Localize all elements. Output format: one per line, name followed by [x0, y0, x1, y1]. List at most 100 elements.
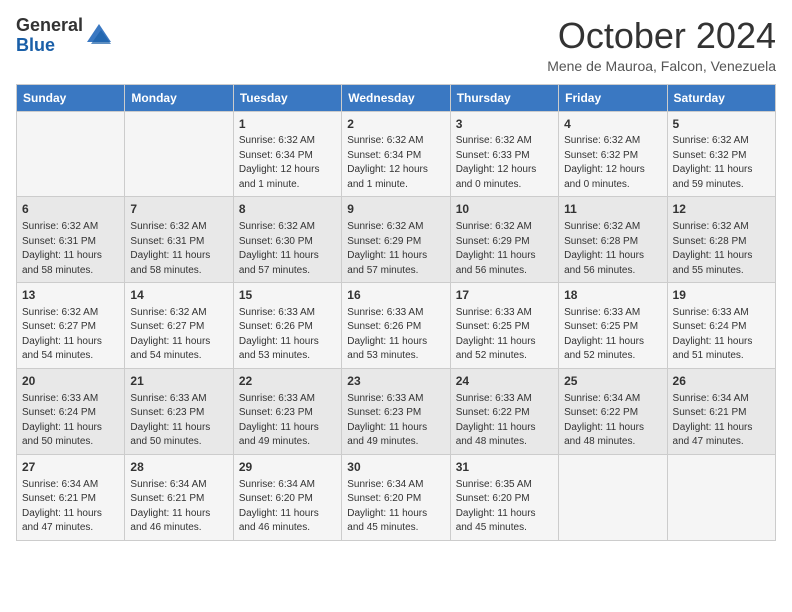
- month-title: October 2024: [547, 16, 776, 56]
- day-number: 24: [456, 373, 553, 390]
- day-info: Sunrise: 6:33 AMSunset: 6:25 PMDaylight:…: [456, 306, 553, 364]
- day-info: Sunrise: 6:32 AMSunset: 6:29 PMDaylight:…: [347, 220, 444, 278]
- calendar-cell: 21Sunrise: 6:33 AMSunset: 6:23 PMDayligh…: [125, 368, 233, 454]
- calendar-cell: [667, 454, 775, 540]
- day-number: 13: [22, 287, 119, 304]
- day-info: Sunrise: 6:32 AMSunset: 6:28 PMDaylight:…: [564, 220, 661, 278]
- day-number: 27: [22, 459, 119, 476]
- day-info: Sunrise: 6:34 AMSunset: 6:21 PMDaylight:…: [673, 392, 770, 450]
- day-info: Sunrise: 6:32 AMSunset: 6:33 PMDaylight:…: [456, 134, 553, 192]
- calendar-cell: 24 Sunrise: 6:33 AMSunset: 6:22 PMDayligh…: [450, 368, 558, 454]
- day-info: Sunrise: 6:33 AMSunset: 6:26 PMDaylight:…: [347, 306, 444, 364]
- day-info: Sunrise: 6:32 AMSunset: 6:29 PMDaylight:…: [456, 220, 553, 278]
- day-number: 28: [130, 459, 227, 476]
- calendar-cell: 25 Sunrise: 6:34 AMSunset: 6:22 PMDayligh…: [559, 368, 667, 454]
- day-info: Sunrise: 6:34 AMSunset: 6:21 PMDaylight:…: [130, 478, 227, 536]
- weekday-header-friday: Friday: [559, 84, 667, 111]
- day-info: Sunrise: 6:32 AMSunset: 6:31 PMDaylight:…: [22, 220, 119, 278]
- day-info: Sunrise: 6:32 AMSunset: 6:27 PMDaylight:…: [22, 306, 119, 364]
- calendar-week-row: 27 Sunrise: 6:34 AMSunset: 6:21 PMDayligh…: [17, 454, 776, 540]
- calendar-cell: [125, 111, 233, 197]
- day-info: Sunrise: 6:33 AMSunset: 6:26 PMDaylight:…: [239, 306, 336, 364]
- day-info: Sunrise: 6:32 AMSunset: 6:34 PMDaylight:…: [347, 134, 444, 192]
- day-info: Sunrise: 6:33 AMSunset: 6:24 PMDaylight:…: [22, 392, 119, 450]
- day-number: 29: [239, 459, 336, 476]
- day-number: 20: [22, 373, 119, 390]
- calendar-cell: 18 Sunrise: 6:33 AMSunset: 6:25 PMDayligh…: [559, 283, 667, 369]
- day-number: 26: [673, 373, 770, 390]
- calendar-cell: 8 Sunrise: 6:32 AMSunset: 6:30 PMDaylight…: [233, 197, 341, 283]
- calendar-week-row: 13 Sunrise: 6:32 AMSunset: 6:27 PMDayligh…: [17, 283, 776, 369]
- calendar-cell: 20 Sunrise: 6:33 AMSunset: 6:24 PMDayligh…: [17, 368, 125, 454]
- calendar-cell: 1Sunrise: 6:32 AMSunset: 6:34 PMDaylight…: [233, 111, 341, 197]
- calendar-cell: 3Sunrise: 6:32 AMSunset: 6:33 PMDaylight…: [450, 111, 558, 197]
- day-info: Sunrise: 6:32 AMSunset: 6:32 PMDaylight:…: [673, 134, 770, 192]
- day-number: 30: [347, 459, 444, 476]
- logo-icon: [85, 22, 113, 50]
- day-number: 6: [22, 201, 119, 218]
- day-number: 25: [564, 373, 661, 390]
- day-number: 4: [564, 116, 661, 133]
- calendar-cell: 22Sunrise: 6:33 AMSunset: 6:23 PMDayligh…: [233, 368, 341, 454]
- calendar-cell: 17 Sunrise: 6:33 AMSunset: 6:25 PMDayligh…: [450, 283, 558, 369]
- day-info: Sunrise: 6:32 AMSunset: 6:31 PMDaylight:…: [130, 220, 227, 278]
- day-info: Sunrise: 6:32 AMSunset: 6:34 PMDaylight:…: [239, 134, 336, 192]
- day-info: Sunrise: 6:35 AMSunset: 6:20 PMDaylight:…: [456, 478, 553, 536]
- logo-general: General Blue: [16, 16, 83, 56]
- day-number: 17: [456, 287, 553, 304]
- day-info: Sunrise: 6:32 AMSunset: 6:30 PMDaylight:…: [239, 220, 336, 278]
- calendar-cell: 30 Sunrise: 6:34 AMSunset: 6:20 PMDayligh…: [342, 454, 450, 540]
- day-info: Sunrise: 6:33 AMSunset: 6:25 PMDaylight:…: [564, 306, 661, 364]
- calendar-cell: 11 Sunrise: 6:32 AMSunset: 6:28 PMDayligh…: [559, 197, 667, 283]
- day-info: Sunrise: 6:34 AMSunset: 6:20 PMDaylight:…: [347, 478, 444, 536]
- calendar-cell: 12Sunrise: 6:32 AMSunset: 6:28 PMDayligh…: [667, 197, 775, 283]
- calendar-cell: 27Sunrise: 6:34 AMSunset: 6:21 PMDayligh…: [17, 454, 125, 540]
- day-number: 19: [673, 287, 770, 304]
- calendar-cell: 2Sunrise: 6:32 AMSunset: 6:34 PMDaylight…: [342, 111, 450, 197]
- day-info: Sunrise: 6:34 AMSunset: 6:20 PMDaylight:…: [239, 478, 336, 536]
- location-subtitle: Mene de Mauroa, Falcon, Venezuela: [547, 58, 776, 74]
- calendar-week-row: 20 Sunrise: 6:33 AMSunset: 6:24 PMDayligh…: [17, 368, 776, 454]
- calendar-cell: 13 Sunrise: 6:32 AMSunset: 6:27 PMDayligh…: [17, 283, 125, 369]
- day-info: Sunrise: 6:32 AMSunset: 6:27 PMDaylight:…: [130, 306, 227, 364]
- weekday-header-thursday: Thursday: [450, 84, 558, 111]
- calendar-week-row: 6 Sunrise: 6:32 AMSunset: 6:31 PMDaylight…: [17, 197, 776, 283]
- calendar-cell: [17, 111, 125, 197]
- day-number: 23: [347, 373, 444, 390]
- day-number: 14: [130, 287, 227, 304]
- day-number: 3: [456, 116, 553, 133]
- calendar-cell: 29 Sunrise: 6:34 AMSunset: 6:20 PMDayligh…: [233, 454, 341, 540]
- day-info: Sunrise: 6:32 AMSunset: 6:28 PMDaylight:…: [673, 220, 770, 278]
- day-info: Sunrise: 6:33 AMSunset: 6:23 PMDaylight:…: [347, 392, 444, 450]
- day-info: Sunrise: 6:33 AMSunset: 6:23 PMDaylight:…: [130, 392, 227, 450]
- day-number: 9: [347, 201, 444, 218]
- calendar-cell: 28 Sunrise: 6:34 AMSunset: 6:21 PMDayligh…: [125, 454, 233, 540]
- calendar-cell: 16 Sunrise: 6:33 AMSunset: 6:26 PMDayligh…: [342, 283, 450, 369]
- weekday-header-tuesday: Tuesday: [233, 84, 341, 111]
- calendar-cell: 15Sunrise: 6:33 AMSunset: 6:26 PMDayligh…: [233, 283, 341, 369]
- day-number: 10: [456, 201, 553, 218]
- calendar-cell: 7Sunrise: 6:32 AMSunset: 6:31 PMDaylight…: [125, 197, 233, 283]
- calendar-cell: 6 Sunrise: 6:32 AMSunset: 6:31 PMDaylight…: [17, 197, 125, 283]
- calendar-table: SundayMondayTuesdayWednesdayThursdayFrid…: [16, 84, 776, 541]
- day-number: 18: [564, 287, 661, 304]
- calendar-cell: [559, 454, 667, 540]
- day-info: Sunrise: 6:32 AMSunset: 6:32 PMDaylight:…: [564, 134, 661, 192]
- day-info: Sunrise: 6:33 AMSunset: 6:23 PMDaylight:…: [239, 392, 336, 450]
- weekday-header-sunday: Sunday: [17, 84, 125, 111]
- calendar-cell: 10 Sunrise: 6:32 AMSunset: 6:29 PMDayligh…: [450, 197, 558, 283]
- day-number: 8: [239, 201, 336, 218]
- title-block: October 2024 Mene de Mauroa, Falcon, Ven…: [547, 16, 776, 74]
- logo: General Blue: [16, 16, 113, 56]
- calendar-cell: 31 Sunrise: 6:35 AMSunset: 6:20 PMDayligh…: [450, 454, 558, 540]
- day-number: 16: [347, 287, 444, 304]
- calendar-cell: 23 Sunrise: 6:33 AMSunset: 6:23 PMDayligh…: [342, 368, 450, 454]
- day-info: Sunrise: 6:34 AMSunset: 6:22 PMDaylight:…: [564, 392, 661, 450]
- day-number: 31: [456, 459, 553, 476]
- calendar-cell: 4Sunrise: 6:32 AMSunset: 6:32 PMDaylight…: [559, 111, 667, 197]
- day-number: 11: [564, 201, 661, 218]
- calendar-cell: 9 Sunrise: 6:32 AMSunset: 6:29 PMDaylight…: [342, 197, 450, 283]
- calendar-cell: 19 Sunrise: 6:33 AMSunset: 6:24 PMDayligh…: [667, 283, 775, 369]
- day-info: Sunrise: 6:33 AMSunset: 6:24 PMDaylight:…: [673, 306, 770, 364]
- day-info: Sunrise: 6:33 AMSunset: 6:22 PMDaylight:…: [456, 392, 553, 450]
